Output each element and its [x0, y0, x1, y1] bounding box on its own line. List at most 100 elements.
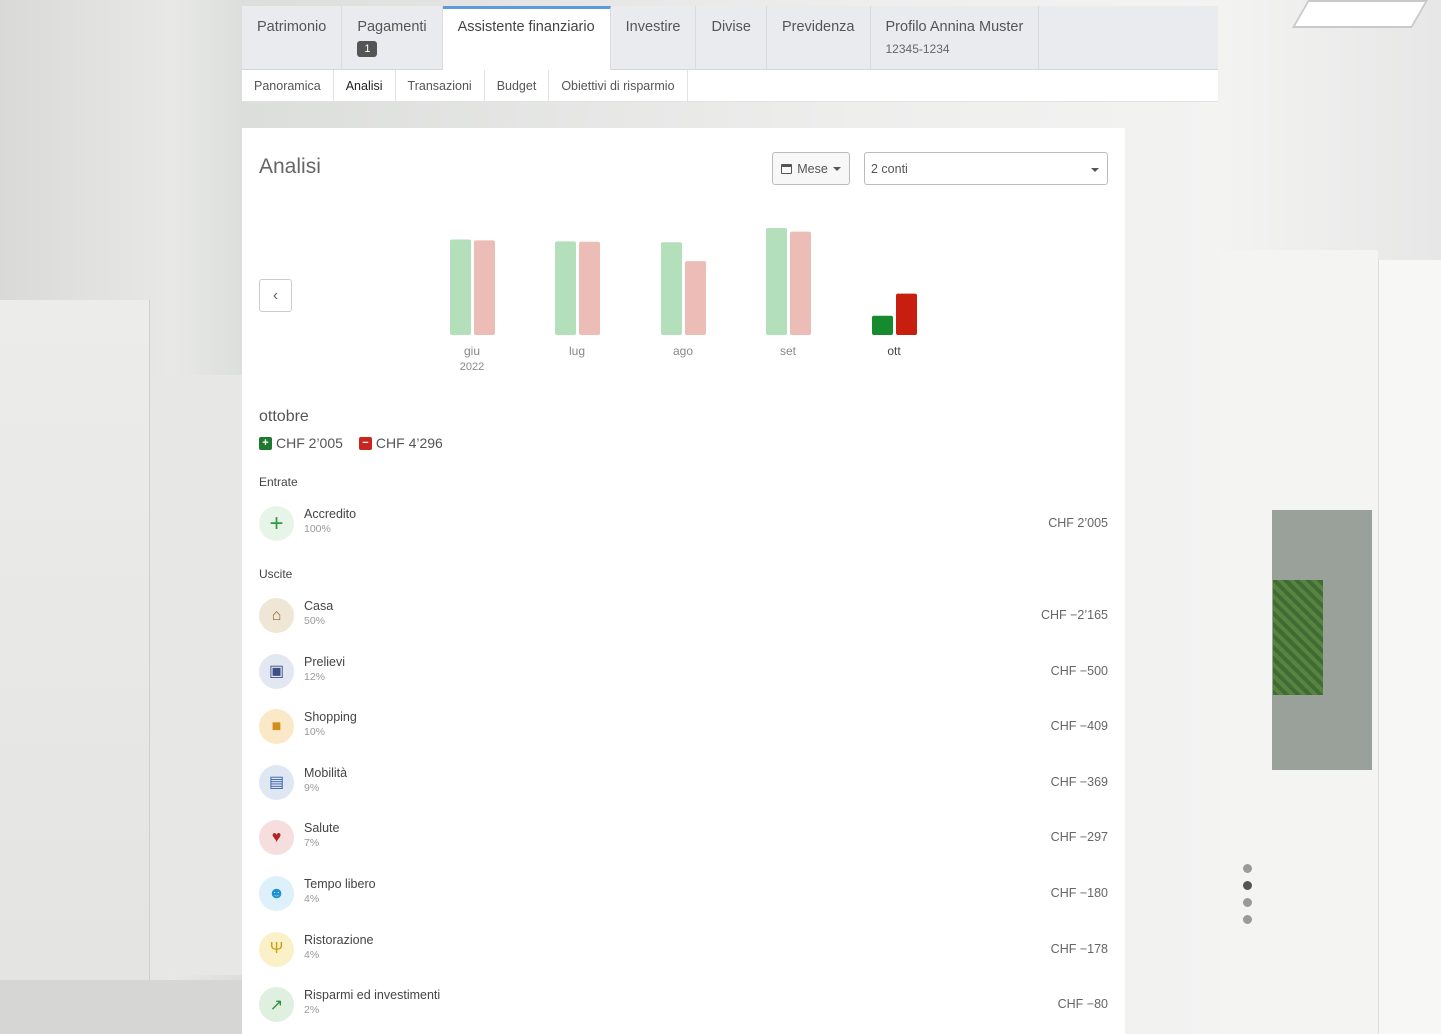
ceiling-light	[1291, 0, 1429, 28]
category-name: Prelievi	[304, 654, 345, 669]
slide-dot[interactable]	[1243, 864, 1252, 873]
main-navigation: Patrimonio Pagamenti 1 Assistente finanz…	[242, 6, 1218, 70]
category-name: Casa	[304, 599, 334, 613]
slide-dots	[1243, 864, 1253, 932]
tab-pagamenti[interactable]: Pagamenti 1	[342, 6, 443, 70]
tab-label: Investire	[625, 19, 681, 35]
subnav-obiettivi[interactable]: Obiettivi di risparmio	[549, 70, 688, 101]
category-percent: 12%	[304, 670, 326, 683]
tab-label: Previdenza	[781, 19, 855, 35]
slide-dot[interactable]	[1243, 898, 1252, 907]
monthly-bar-chart: giu 2022 lug ago set ott	[450, 228, 917, 373]
tab-assistente-finanziario[interactable]: Assistente finanziario	[442, 6, 611, 70]
category-percent: 4%	[304, 893, 320, 905]
x-tick-label[interactable]: ott	[887, 344, 901, 358]
x-tick-label[interactable]: set	[780, 344, 797, 358]
calendar-icon	[781, 163, 793, 174]
home-icon: ⌂	[259, 598, 294, 633]
accounts-select[interactable]: 2 conti	[864, 152, 1108, 185]
x-tick-label[interactable]: lug	[569, 344, 585, 358]
tab-label: Pagamenti	[357, 19, 427, 35]
tab-patrimonio[interactable]: Patrimonio	[242, 6, 343, 70]
chevron-left-icon: ‹	[272, 286, 279, 304]
category-percent: 9%	[304, 781, 320, 794]
notification-badge: 1	[357, 41, 378, 57]
income-total-value: CHF 2’005	[276, 435, 343, 451]
category-percent: 10%	[304, 726, 326, 739]
expense-total: − CHF 4’296	[358, 435, 443, 451]
subnav-analisi[interactable]: Analisi	[334, 70, 396, 101]
background-wall	[0, 300, 150, 1034]
category-name: Risparmi ed investimenti	[304, 988, 441, 1003]
income-bar-set[interactable]	[766, 228, 787, 335]
category-row[interactable]: ■ Shopping 10% CHF −409	[259, 709, 1108, 749]
sub-navigation: Panoramica Analisi Transazioni Budget Ob…	[242, 70, 1218, 102]
category-row[interactable]: ♥ Salute 7% CHF −297	[259, 820, 1108, 860]
category-row[interactable]: ⌂ Casa 50% CHF −2’165	[259, 598, 1108, 638]
subnav-transazioni[interactable]: Transazioni	[396, 70, 485, 101]
category-name: Shopping	[304, 710, 357, 725]
tab-profilo[interactable]: Profilo Annina Muster 12345-1234	[871, 6, 1040, 70]
page-title: Analisi	[259, 155, 321, 178]
plus-square-icon: +	[259, 436, 272, 450]
category-amount: CHF −369	[1050, 774, 1108, 789]
category-row[interactable]: ☻ Tempo libero 4% CHF −180	[259, 876, 1108, 916]
category-amount: CHF −297	[1050, 830, 1108, 845]
smile-icon: ☻	[259, 876, 294, 911]
tab-previdenza[interactable]: Previdenza	[767, 6, 871, 70]
slide-dot[interactable]	[1243, 915, 1252, 924]
category-name: Mobilità	[304, 765, 348, 780]
category-row[interactable]: ▣ Prelievi 12% CHF −500	[259, 653, 1108, 694]
caret-down-icon	[1091, 168, 1099, 172]
background-floor	[0, 980, 242, 1034]
tab-label: Divise	[711, 19, 751, 35]
category-row[interactable]: + Accredito 100% CHF 2’005	[259, 506, 1108, 546]
category-amount: CHF −409	[1050, 719, 1108, 734]
category-amount: CHF −500	[1050, 663, 1108, 678]
category-amount: CHF −180	[1050, 886, 1108, 900]
expense-bar-giu[interactable]	[474, 240, 495, 335]
previous-period-button[interactable]: ‹	[259, 279, 292, 312]
minus-square-icon: −	[358, 436, 372, 450]
income-bar-ott[interactable]	[872, 315, 893, 335]
category-amount: CHF −2’165	[1040, 608, 1108, 622]
category-amount: CHF −80	[1057, 997, 1108, 1012]
category-row[interactable]: ↗ Risparmi ed investimenti 2% CHF −80	[259, 987, 1108, 1027]
expense-section-label: Uscite	[259, 567, 293, 581]
category-amount: CHF 2’005	[1048, 516, 1108, 530]
tab-divise[interactable]: Divise	[696, 6, 767, 70]
income-bar-lug[interactable]	[555, 241, 576, 335]
category-percent: 50%	[304, 615, 326, 627]
slide-dot-active[interactable]	[1243, 881, 1252, 890]
expense-bar-lug[interactable]	[579, 241, 600, 335]
selected-month: ottobre	[259, 408, 309, 425]
period-button[interactable]: Mese	[772, 152, 850, 185]
caret-down-icon	[832, 166, 841, 171]
bag-icon: ■	[259, 709, 294, 745]
x-tick-sublabel: 2022	[460, 361, 484, 373]
expense-bar-set[interactable]	[790, 231, 811, 335]
expense-bar-ott[interactable]	[896, 293, 917, 335]
x-tick-label[interactable]: ago	[673, 344, 693, 358]
subnav-panoramica[interactable]: Panoramica	[242, 70, 334, 101]
tab-investire[interactable]: Investire	[611, 6, 697, 70]
income-bar-ago[interactable]	[661, 242, 682, 335]
account-number: 12345-1234	[885, 42, 950, 56]
x-tick-label[interactable]: giu	[464, 344, 480, 358]
atm-icon: ▣	[259, 653, 294, 689]
expense-bar-ago[interactable]	[685, 261, 706, 335]
category-percent: 100%	[304, 523, 331, 535]
tab-label: Patrimonio	[257, 19, 327, 35]
category-percent: 7%	[304, 837, 320, 850]
category-row[interactable]: Ψ Ristorazione 4% CHF −178	[259, 931, 1108, 972]
category-percent: 4%	[304, 948, 320, 961]
income-bar-giu[interactable]	[450, 239, 471, 335]
category-row[interactable]: ▤ Mobilità 9% CHF −369	[259, 764, 1108, 805]
chart-up-icon: ↗	[259, 987, 294, 1023]
background-plant-wall	[1273, 580, 1323, 695]
category-name: Accredito	[304, 507, 357, 521]
income-section-label: Entrate	[259, 475, 298, 489]
accounts-select-value: 2 conti	[871, 162, 908, 176]
tab-label: Profilo Annina Muster	[885, 19, 1024, 35]
subnav-budget[interactable]: Budget	[485, 70, 550, 101]
